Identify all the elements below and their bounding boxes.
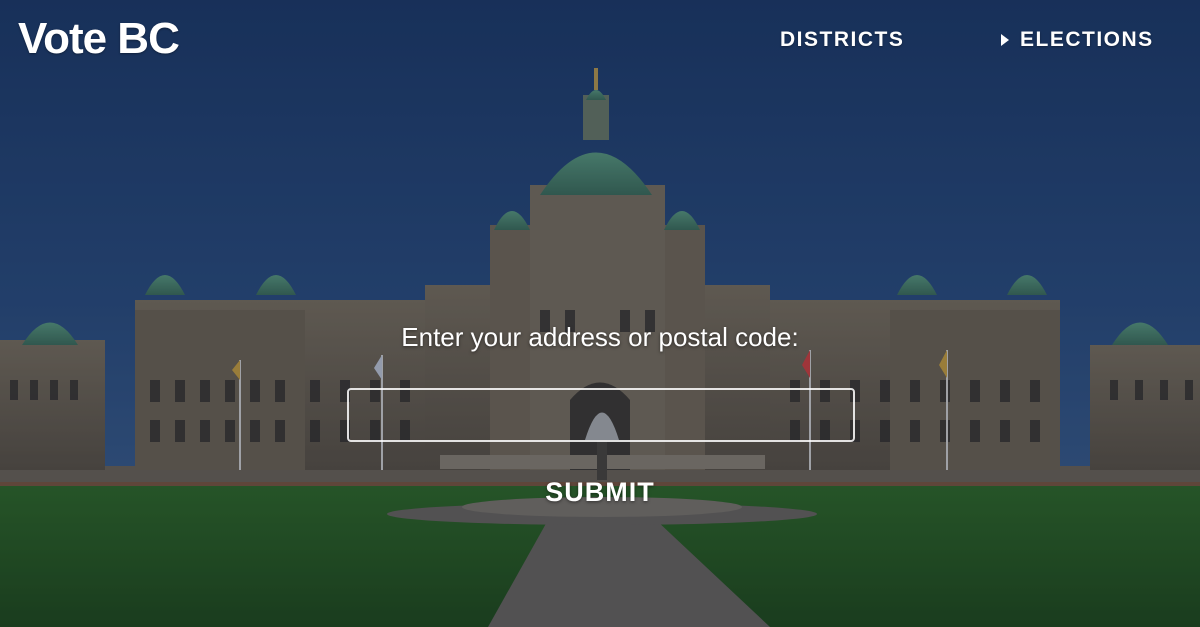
caret-right-icon (1001, 34, 1009, 46)
address-input[interactable] (347, 388, 855, 442)
nav-districts-link[interactable]: DISTRICTS (780, 28, 904, 52)
nav-elections-label: ELECTIONS (1020, 28, 1154, 51)
background-photo (0, 0, 1200, 627)
nav-elections-link[interactable]: ELECTIONS (1001, 28, 1154, 52)
address-prompt: Enter your address or postal code: (401, 322, 799, 352)
site-logo[interactable]: Vote BC (18, 14, 180, 64)
submit-button[interactable]: SUBMIT (540, 474, 660, 510)
